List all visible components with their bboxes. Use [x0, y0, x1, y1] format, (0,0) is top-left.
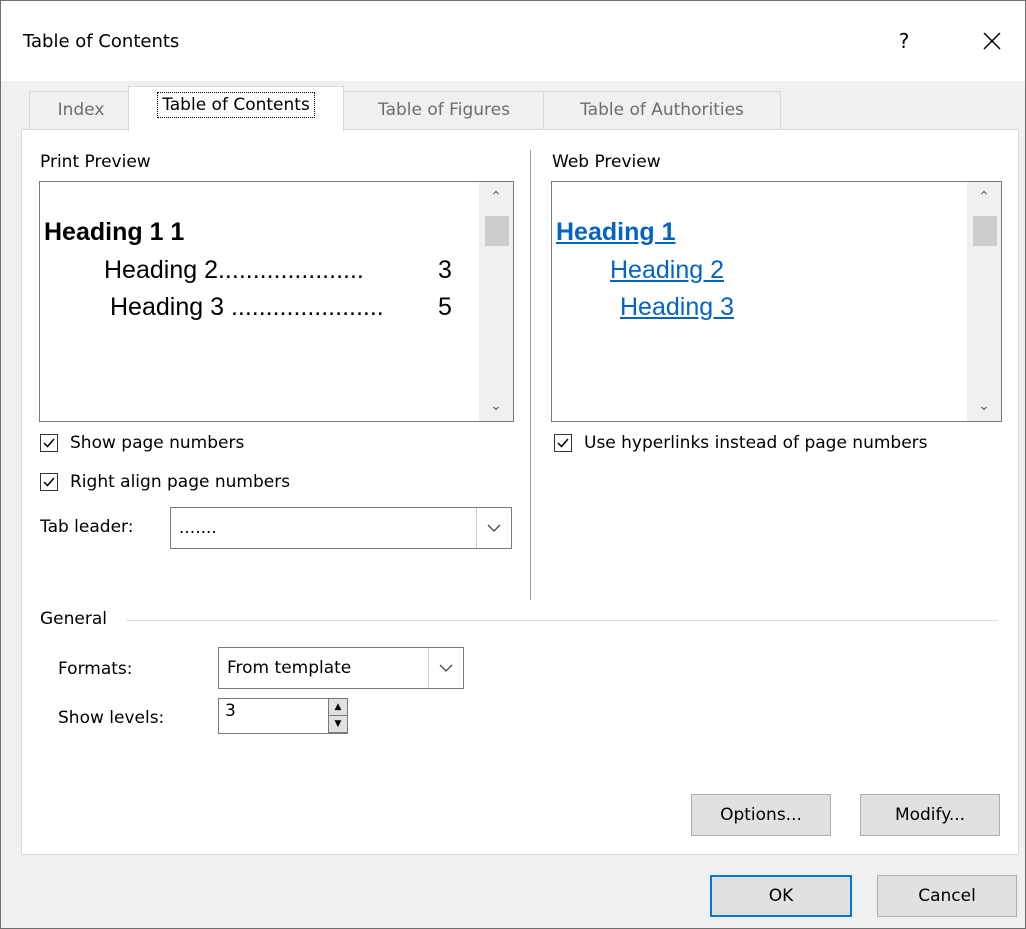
title-bar: Table of Contents ?: [1, 1, 1025, 81]
web-preview-box[interactable]: Heading 1 Heading 2 Heading 3 ⌃ ⌄: [551, 181, 1002, 422]
tab-leader-dropdown-button[interactable]: [476, 508, 511, 548]
formats-value: From template: [227, 658, 352, 678]
show-levels-label: Show levels:: [58, 708, 165, 728]
toc-dialog: Table of Contents ? Index Table of Conte…: [0, 0, 1026, 929]
chevron-down-icon[interactable]: ⌄: [967, 391, 1001, 421]
print-heading-2: Heading 2.....................: [104, 256, 364, 285]
scroll-thumb[interactable]: [485, 216, 509, 246]
formats-select[interactable]: From template: [218, 647, 464, 689]
cancel-button[interactable]: Cancel: [877, 875, 1017, 917]
help-button[interactable]: ?: [894, 23, 914, 59]
right-align-label: Right align page numbers: [70, 472, 291, 492]
tab-table-of-contents[interactable]: Table of Contents: [128, 86, 344, 131]
tab-leader-label: Tab leader:: [40, 517, 134, 537]
close-button[interactable]: [974, 23, 1010, 59]
print-heading-2-leader: .....................: [217, 256, 364, 284]
web-preview-label: Web Preview: [552, 152, 661, 172]
print-heading-3-text: Heading 3: [110, 293, 224, 321]
tab-table-of-authorities[interactable]: Table of Authorities: [543, 91, 781, 129]
web-heading-3-link[interactable]: Heading 3: [620, 293, 734, 322]
tab-authorities-label: Table of Authorities: [580, 100, 744, 120]
ok-button[interactable]: OK: [710, 875, 852, 917]
show-levels-spinner[interactable]: 3 ▲ ▼: [218, 698, 348, 734]
dialog-title: Table of Contents: [23, 31, 180, 52]
scroll-thumb[interactable]: [973, 216, 997, 246]
tab-leader-value: .......: [179, 518, 217, 538]
checkmark-icon: [43, 438, 55, 448]
tab-toc-text: Table of Contents: [162, 95, 310, 115]
print-heading-3-leader: ......................: [230, 293, 384, 321]
checkmark-icon: [557, 438, 569, 448]
spin-up-icon[interactable]: ▲: [329, 699, 347, 716]
chevron-down-icon[interactable]: ⌄: [479, 391, 513, 421]
show-page-numbers-checkbox[interactable]: [40, 434, 58, 452]
vertical-divider: [530, 150, 531, 600]
chevron-down-icon: [487, 524, 501, 532]
general-group-label: General: [40, 609, 107, 629]
print-heading-1: Heading 1 1: [44, 218, 185, 246]
print-preview-box[interactable]: Heading 1 1 Heading 2...................…: [39, 181, 514, 422]
chevron-up-icon[interactable]: ⌃: [479, 182, 513, 212]
close-icon: [983, 32, 1001, 50]
spin-down-icon[interactable]: ▼: [329, 716, 347, 733]
show-page-numbers-label: Show page numbers: [70, 433, 245, 453]
chevron-up-icon[interactable]: ⌃: [967, 182, 1001, 212]
web-preview-scrollbar[interactable]: ⌃ ⌄: [967, 182, 1001, 421]
chevron-down-icon: [439, 664, 453, 672]
modify-button[interactable]: Modify...: [860, 794, 1000, 836]
tab-figures-label: Table of Figures: [378, 100, 510, 120]
print-preview-scrollbar[interactable]: ⌃ ⌄: [479, 182, 513, 421]
general-divider: [126, 620, 998, 621]
use-hyperlinks-label: Use hyperlinks instead of page numbers: [584, 433, 928, 453]
formats-label: Formats:: [58, 659, 133, 679]
show-levels-value: 3: [225, 701, 236, 721]
web-heading-2-link[interactable]: Heading 2: [610, 256, 724, 285]
print-heading-3: Heading 3 ......................: [110, 293, 384, 322]
tab-panel: Print Preview Heading 1 1 Heading 2.....…: [21, 129, 1019, 855]
tab-leader-select[interactable]: .......: [170, 507, 512, 549]
checkmark-icon: [43, 477, 55, 487]
use-hyperlinks-checkbox[interactable]: [554, 434, 572, 452]
show-levels-spin-buttons: ▲ ▼: [328, 699, 347, 733]
print-preview-label: Print Preview: [40, 152, 151, 172]
web-heading-1-link[interactable]: Heading 1: [556, 218, 675, 247]
formats-dropdown-button[interactable]: [428, 648, 463, 688]
print-heading-2-page: 3: [438, 256, 452, 284]
tab-index-label: Index: [57, 100, 105, 120]
right-align-checkbox[interactable]: [40, 473, 58, 491]
tab-table-of-contents-label: Table of Contents: [157, 92, 315, 118]
print-heading-2-text: Heading 2: [104, 256, 218, 284]
options-button[interactable]: Options...: [691, 794, 831, 836]
tab-index[interactable]: Index: [29, 91, 133, 129]
print-heading-3-page: 5: [438, 293, 452, 321]
tab-table-of-figures[interactable]: Table of Figures: [343, 91, 545, 129]
